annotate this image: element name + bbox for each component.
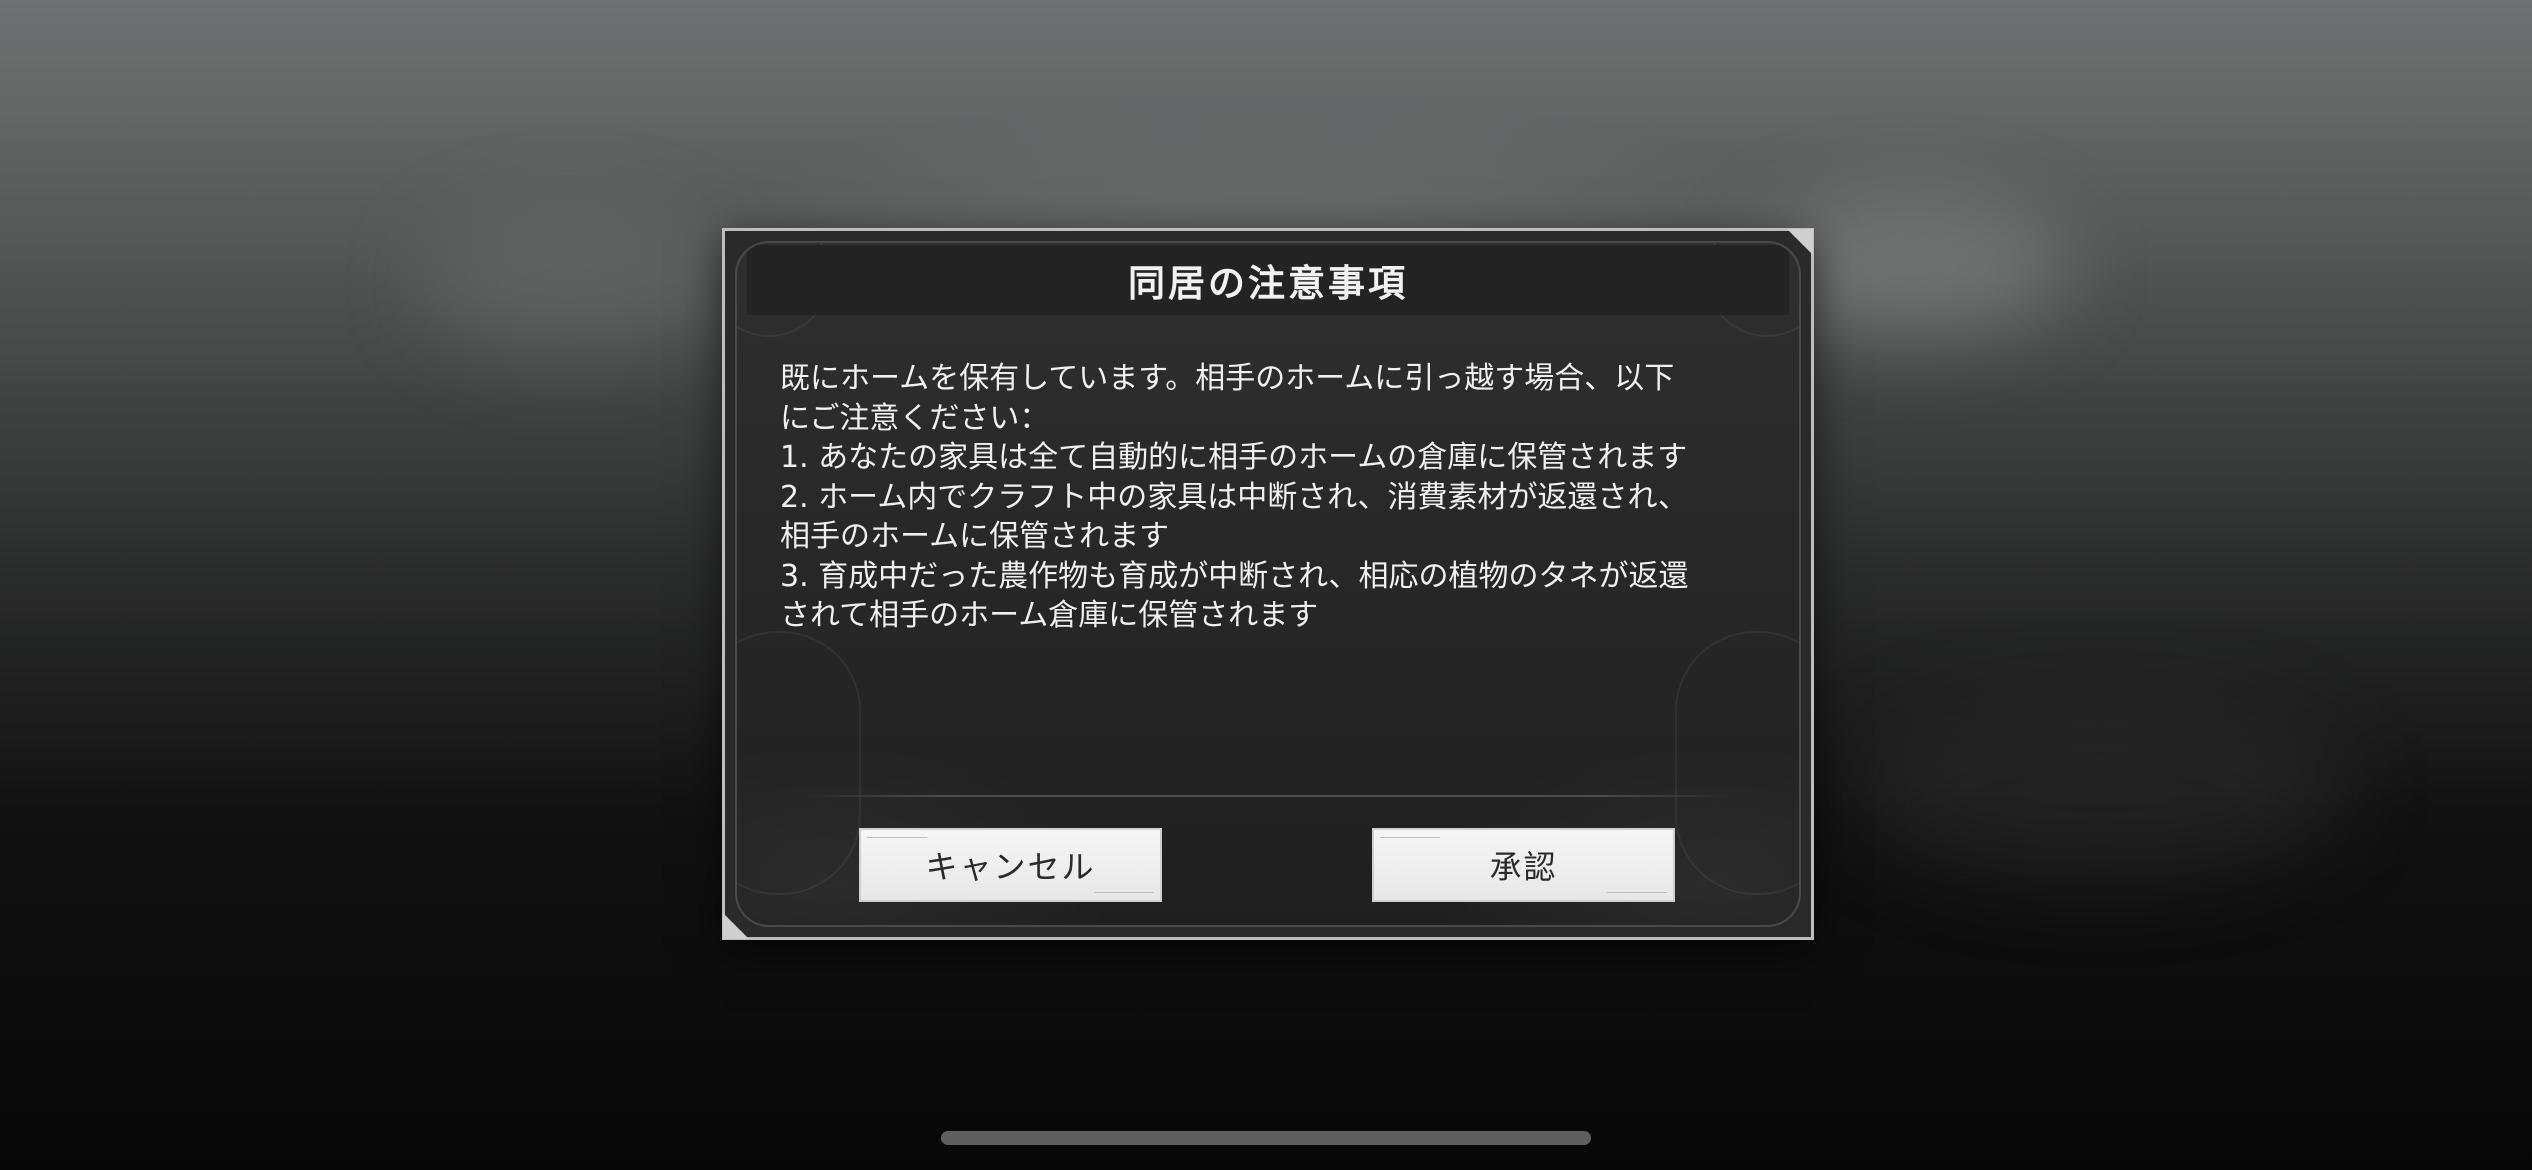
background-blur-shape — [1850, 700, 2350, 880]
message-line: 既にホームを保有しています。相手のホームに引っ越す場合、以下 — [780, 361, 1675, 396]
confirm-button[interactable]: 承認 — [1372, 828, 1675, 902]
confirm-button-label: 承認 — [1489, 848, 1558, 886]
dialog-divider — [797, 795, 1739, 797]
dialog-panel: 同居の注意事項 既にホームを保有しています。相手のホームに引っ越す場合、以下 に… — [735, 241, 1801, 927]
ornament-decoration — [737, 631, 861, 895]
dialog-title: 同居の注意事項 — [1128, 262, 1408, 305]
ornament-decoration — [1675, 631, 1799, 895]
message-line: 2. ホーム内でクラフト中の家具は中断され、消費素材が返還され、 — [780, 479, 1688, 515]
cohabitation-notice-dialog: 同居の注意事項 既にホームを保有しています。相手のホームに引っ越す場合、以下 に… — [722, 228, 1814, 940]
dialog-title-bar: 同居の注意事項 — [747, 245, 1789, 315]
message-line: されて相手のホーム倉庫に保管されます — [780, 598, 1319, 633]
message-line: 3. 育成中だった農作物も育成が中断され、相応の植物のタネが返還 — [780, 558, 1689, 594]
corner-decoration — [723, 913, 749, 939]
home-indicator-bar[interactable] — [941, 1131, 1591, 1145]
corner-decoration — [1787, 229, 1813, 255]
message-line: にご注意ください： — [780, 400, 1050, 436]
background-blur-shape — [420, 210, 720, 360]
cancel-button[interactable]: キャンセル — [859, 828, 1162, 902]
message-line: 相手のホームに保管されます — [780, 519, 1170, 554]
dialog-message: 既にホームを保有しています。相手のホームに引っ越す場合、以下 にご注意ください：… — [780, 359, 1780, 636]
cancel-button-label: キャンセル — [925, 848, 1096, 886]
message-line: 1. あなたの家具は全て自動的に相手のホームの倉庫に保管されます — [780, 440, 1688, 475]
